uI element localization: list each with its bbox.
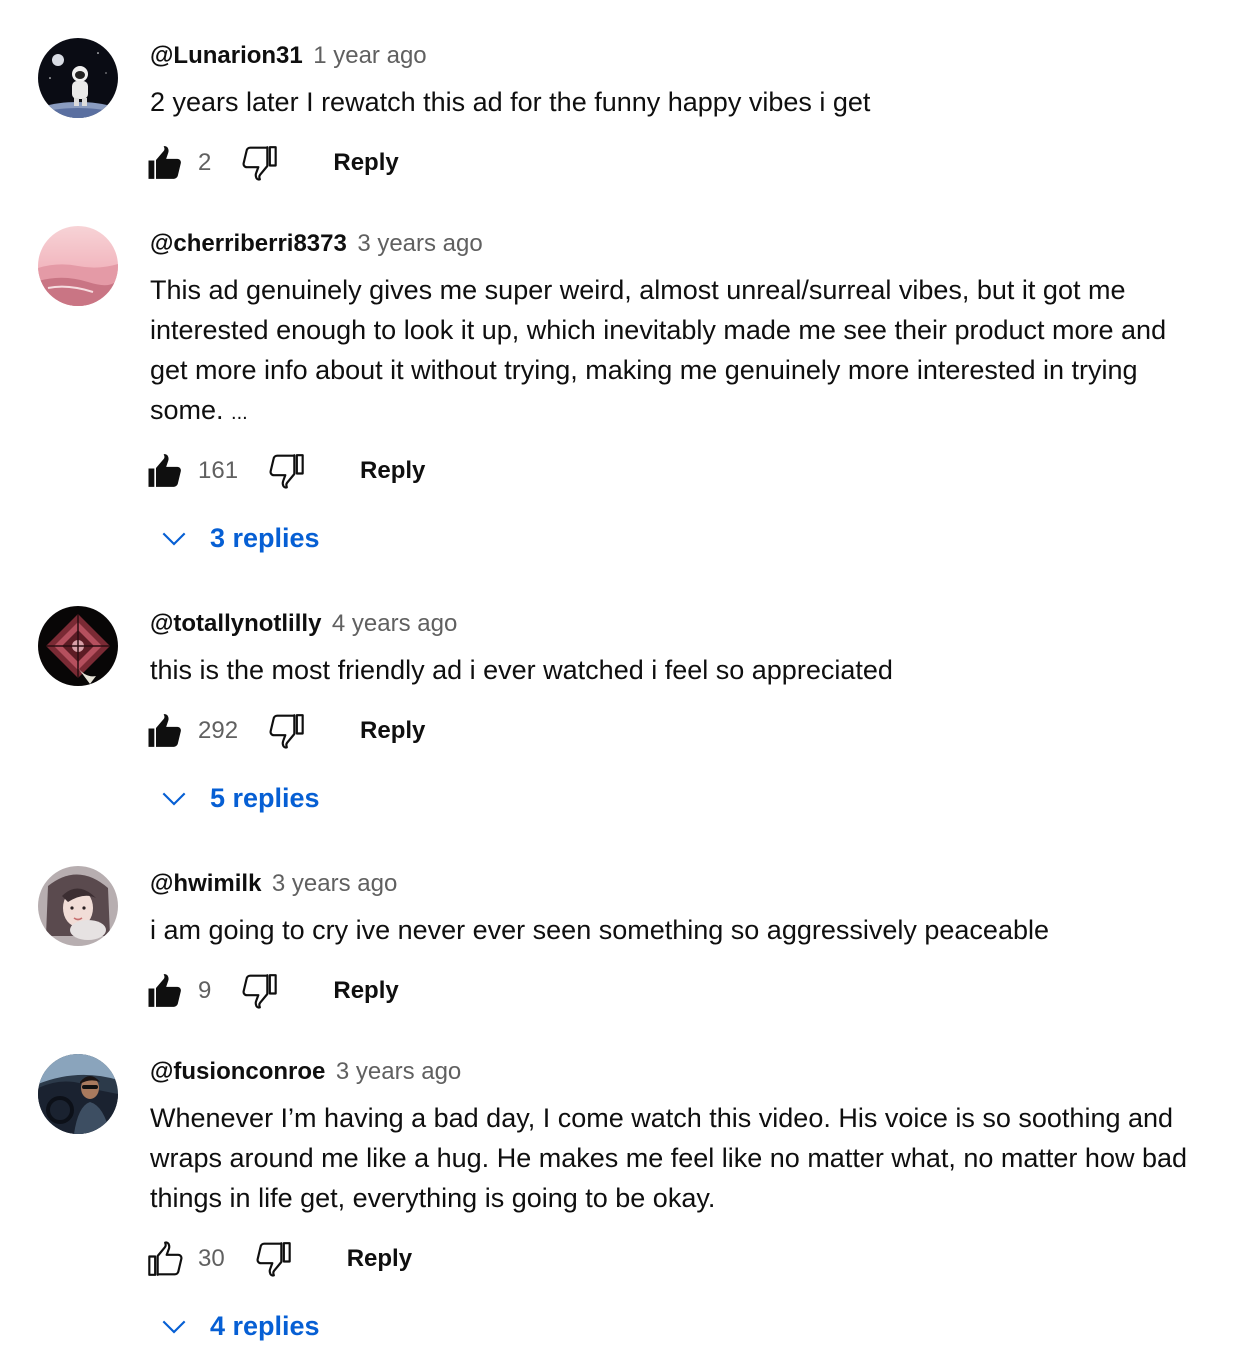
pink-beach-avatar-icon	[38, 226, 118, 306]
timestamp[interactable]: 4 years ago	[332, 610, 457, 637]
thumbs-up-outline-icon	[146, 1239, 186, 1279]
comment-header: @hwimilk 3 years ago	[150, 866, 397, 905]
dislike-button[interactable]	[239, 143, 279, 183]
comment-text-line: Whenever I’m having a bad day, I come wa…	[150, 1103, 1174, 1133]
avatar[interactable]	[38, 38, 118, 118]
timestamp[interactable]: 3 years ago	[336, 1058, 461, 1085]
thumbs-down-icon	[266, 711, 306, 751]
dislike-button[interactable]	[239, 971, 279, 1011]
comment-text: Whenever I’m having a bad day, I come wa…	[150, 1098, 1230, 1218]
reply-button[interactable]: Reply	[333, 149, 398, 177]
comment-actions: 161 Reply	[146, 449, 425, 493]
comment-text: this is the most friendly ad i ever watc…	[150, 655, 893, 685]
avatar[interactable]	[38, 606, 118, 686]
reply-button[interactable]: Reply	[347, 1245, 412, 1273]
dislike-button[interactable]	[266, 451, 306, 491]
timestamp[interactable]: 3 years ago	[272, 870, 397, 897]
comment-header: @cherriberri8373 3 years ago	[150, 226, 483, 265]
comment-actions: 292 Reply	[146, 709, 425, 753]
comment-text: 2 years later I rewatch this ad for the …	[150, 87, 871, 117]
view-replies-button[interactable]: 4 replies	[158, 1306, 320, 1346]
comment-thread: @cherriberri8373 3 years ago This ad gen…	[0, 226, 1258, 566]
comment-thread: @totallynotlilly 4 years ago this is the…	[0, 606, 1258, 826]
thumbs-up-filled-icon	[146, 971, 186, 1011]
view-replies-button[interactable]: 3 replies	[158, 518, 320, 558]
like-button[interactable]	[146, 971, 186, 1011]
author-name[interactable]: @fusionconroe	[150, 1058, 325, 1085]
like-count: 292	[198, 717, 239, 744]
replies-count-label: 3 replies	[210, 522, 320, 553]
like-button[interactable]	[146, 1239, 186, 1279]
like-count: 161	[198, 457, 239, 484]
comment-actions: 2 Reply	[146, 141, 399, 185]
author-name[interactable]: @hwimilk	[150, 870, 261, 897]
thumbs-up-filled-icon	[146, 711, 186, 751]
author-name[interactable]: @cherriberri8373	[150, 230, 347, 257]
car-selfie-avatar-icon	[38, 1054, 118, 1134]
thumbs-down-icon	[253, 1239, 293, 1279]
like-count: 30	[198, 1245, 225, 1272]
thumbs-down-icon	[239, 143, 279, 183]
comment-text-line: interested enough to look it up, which i…	[150, 315, 1167, 345]
comment-header: @totallynotlilly 4 years ago	[150, 606, 457, 645]
comment-text-line: This ad genuinely gives me super weird, …	[150, 275, 1126, 305]
timestamp[interactable]: 3 years ago	[357, 230, 482, 257]
comment-thread: @fusionconroe 3 years ago Whenever I’m h…	[0, 1054, 1258, 1354]
like-button[interactable]	[146, 451, 186, 491]
like-button[interactable]	[146, 711, 186, 751]
thumbs-up-filled-icon	[146, 143, 186, 183]
reply-button[interactable]: Reply	[333, 977, 398, 1005]
view-replies-button[interactable]: 5 replies	[158, 778, 320, 818]
read-more-ellipsis[interactable]: ...	[231, 402, 248, 424]
comment-text-line-end: some.	[150, 395, 224, 425]
chevron-down-icon	[158, 1310, 190, 1342]
dislike-button[interactable]	[266, 711, 306, 751]
author-name[interactable]: @Lunarion31	[150, 42, 303, 69]
comment-text-line: things in life get, everything is going …	[150, 1183, 716, 1213]
comment-text-line: get more info about it without trying, m…	[150, 355, 1138, 385]
timestamp[interactable]: 1 year ago	[313, 42, 426, 69]
comment-header: @fusionconroe 3 years ago	[150, 1054, 461, 1093]
comment-actions: 30 Reply	[146, 1237, 412, 1281]
author-name[interactable]: @totallynotlilly	[150, 610, 321, 637]
comment-text-line: wraps around me like a hug. He makes me …	[150, 1143, 1188, 1173]
avatar[interactable]	[38, 866, 118, 946]
replies-count-label: 4 replies	[210, 1310, 320, 1341]
comment-thread: @hwimilk 3 years ago i am going to cry i…	[0, 866, 1258, 1026]
red-pattern-avatar-icon	[38, 606, 118, 686]
comment-text: This ad genuinely gives me super weird, …	[150, 270, 1230, 433]
avatar[interactable]	[38, 1054, 118, 1134]
astronaut-avatar-icon	[38, 38, 118, 118]
comment-text-line: some. ...	[150, 390, 1230, 433]
like-count: 2	[198, 149, 212, 176]
avatar[interactable]	[38, 226, 118, 306]
chevron-down-icon	[158, 522, 190, 554]
thumbs-up-filled-icon	[146, 451, 186, 491]
comment-text: i am going to cry ive never ever seen so…	[150, 915, 1049, 945]
like-button[interactable]	[146, 143, 186, 183]
comment-thread: @Lunarion31 1 year ago 2 years later I r…	[0, 38, 1258, 198]
comment-header: @Lunarion31 1 year ago	[150, 38, 427, 77]
thumbs-down-icon	[239, 971, 279, 1011]
dislike-button[interactable]	[253, 1239, 293, 1279]
thumbs-down-icon	[266, 451, 306, 491]
comment-actions: 9 Reply	[146, 969, 399, 1013]
like-count: 9	[198, 977, 212, 1004]
reply-button[interactable]: Reply	[360, 457, 425, 485]
reply-button[interactable]: Reply	[360, 717, 425, 745]
portrait-avatar-icon	[38, 866, 118, 946]
chevron-down-icon	[158, 782, 190, 814]
replies-count-label: 5 replies	[210, 782, 320, 813]
